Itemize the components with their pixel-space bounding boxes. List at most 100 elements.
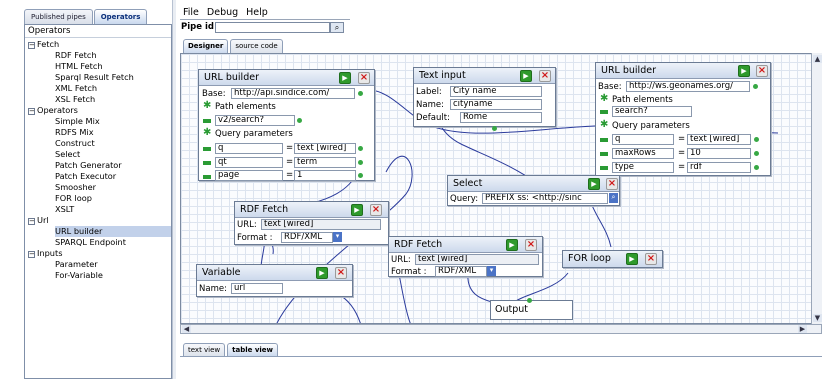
close-icon[interactable]: ×	[756, 65, 768, 77]
tree-item[interactable]: FOR loop	[55, 193, 171, 204]
query-input[interactable]: PREFIX ss: <http://sinc	[482, 193, 608, 204]
tab-table-view[interactable]: table view	[227, 343, 279, 356]
module-variable[interactable]: Variable ▶ × Name: url	[196, 264, 353, 297]
tree-item[interactable]: Construct	[55, 138, 171, 149]
tree-item[interactable]: XSLT	[55, 204, 171, 215]
name-input[interactable]: url	[231, 283, 283, 294]
run-icon[interactable]: ▶	[588, 178, 600, 190]
param-value-input[interactable]: text [wired]	[687, 134, 751, 145]
edit-query-icon[interactable]: ⌕	[609, 193, 618, 203]
terminal-dot[interactable]	[754, 151, 759, 156]
base-input[interactable]: http://api.sindice.com/	[231, 88, 355, 99]
close-icon[interactable]: ×	[525, 239, 537, 251]
format-select[interactable]: RDF/XML	[435, 266, 487, 277]
tab-source-code[interactable]: source code	[230, 39, 283, 53]
terminal-dot[interactable]	[297, 118, 302, 123]
module-header[interactable]: Text input ▶ ×	[414, 68, 555, 84]
collapse-icon[interactable]: −	[28, 42, 35, 49]
tree-item[interactable]: Select	[55, 149, 171, 160]
scroll-right-icon[interactable]: ▶	[798, 325, 807, 333]
module-header[interactable]: FOR loop ▶ ×	[563, 251, 662, 267]
tree-item[interactable]: RDFS Mix	[55, 127, 171, 138]
tree-item[interactable]: Smoosher	[55, 182, 171, 193]
tree-item[interactable]: Sparql Result Fetch	[55, 72, 171, 83]
collapse-icon[interactable]: −	[28, 251, 35, 258]
module-url-builder-sindice[interactable]: URL builder ▶ × Base: http://api.sindice…	[198, 69, 375, 181]
tree-group[interactable]: − Url	[28, 215, 49, 226]
tab-designer[interactable]: Designer	[183, 39, 229, 53]
remove-param-icon[interactable]	[203, 161, 211, 165]
path-input[interactable]: v2/search?	[215, 115, 295, 126]
tree-item[interactable]: RDF Fetch	[55, 50, 171, 61]
base-input[interactable]: http://ws.geonames.org/	[626, 81, 750, 92]
pipe-id-search-button[interactable]: ⌕	[330, 22, 344, 33]
collapse-icon[interactable]: −	[28, 218, 35, 225]
close-icon[interactable]: ×	[539, 70, 551, 82]
module-url-builder-geonames[interactable]: URL builder ▶ × Base: http://ws.geonames…	[595, 62, 771, 176]
run-icon[interactable]: ▶	[316, 267, 328, 279]
param-value-input[interactable]: 10	[687, 148, 751, 159]
tree-item[interactable]: HTML Fetch	[55, 61, 171, 72]
url-input[interactable]: text [wired]	[261, 219, 381, 230]
module-rdf-fetch-2[interactable]: RDF Fetch ▶ × URL: text [wired] Format :…	[388, 236, 543, 277]
add-path-icon[interactable]: ✱	[600, 94, 608, 104]
module-header[interactable]: URL builder ▶ ×	[199, 70, 374, 86]
menu-file[interactable]: File	[183, 7, 199, 19]
close-icon[interactable]: ×	[370, 204, 382, 216]
chevron-down-icon[interactable]: ▾	[487, 266, 496, 276]
tree-item[interactable]: URL builder	[55, 226, 171, 237]
tree-item[interactable]: For-Variable	[55, 270, 171, 281]
tree-item[interactable]: Patch Generator	[55, 160, 171, 171]
module-select[interactable]: Select ▶ × Query: PREFIX ss: <http://sin…	[447, 175, 620, 206]
run-icon[interactable]: ▶	[351, 204, 363, 216]
chevron-down-icon[interactable]: ▾	[333, 232, 342, 242]
param-value-input[interactable]: term	[294, 157, 356, 168]
param-value-input[interactable]: text [wired]	[294, 143, 356, 154]
terminal-dot[interactable]	[358, 160, 363, 165]
param-key-input[interactable]: type	[612, 162, 674, 173]
run-icon[interactable]: ▶	[520, 70, 532, 82]
run-icon[interactable]: ▶	[506, 239, 518, 251]
menu-debug[interactable]: Debug	[207, 7, 238, 19]
tree-item[interactable]: Simple Mix	[55, 116, 171, 127]
param-value-input[interactable]: 1	[294, 170, 356, 181]
param-key-input[interactable]: maxRows	[612, 148, 674, 159]
remove-param-icon[interactable]	[600, 152, 608, 156]
param-key-input[interactable]: page	[215, 170, 283, 181]
tree-item[interactable]: Parameter	[55, 259, 171, 270]
module-header[interactable]: Select ▶ ×	[448, 176, 619, 192]
param-key-input[interactable]: q	[215, 143, 283, 154]
scroll-down-icon[interactable]: ▼	[813, 314, 822, 322]
horizontal-scrollbar[interactable]: ◀ ▶	[180, 324, 822, 334]
add-param-icon[interactable]: ✱	[203, 128, 211, 138]
module-output[interactable]: Output	[490, 298, 573, 320]
vertical-scrollbar[interactable]: ▲ ▼	[811, 53, 822, 324]
run-icon[interactable]: ▶	[626, 253, 638, 265]
close-icon[interactable]: ×	[358, 72, 370, 84]
module-rdf-fetch-1[interactable]: RDF Fetch ▶ × URL: text [wired] Format :…	[234, 201, 389, 245]
param-key-input[interactable]: q	[612, 134, 674, 145]
scroll-up-icon[interactable]: ▲	[813, 55, 822, 63]
tree-item[interactable]: XSL Fetch	[55, 94, 171, 105]
tab-published-pipes[interactable]: Published pipes	[24, 9, 93, 24]
path-input[interactable]: search?	[612, 106, 692, 117]
remove-param-icon[interactable]	[600, 166, 608, 170]
terminal-dot[interactable]	[492, 126, 497, 131]
add-param-icon[interactable]: ✱	[600, 120, 608, 130]
pipe-id-input[interactable]	[215, 22, 330, 33]
tree-group[interactable]: − Inputs	[28, 248, 62, 259]
terminal-dot[interactable]	[358, 146, 363, 151]
tree-group[interactable]: − Fetch	[28, 39, 59, 50]
close-icon[interactable]: ×	[606, 178, 618, 190]
tree-item[interactable]: Patch Executor	[55, 171, 171, 182]
scroll-left-icon[interactable]: ◀	[182, 325, 191, 333]
module-header[interactable]: RDF Fetch ▶ ×	[389, 237, 542, 253]
remove-path-icon[interactable]	[203, 119, 211, 123]
terminal-dot[interactable]	[358, 91, 363, 96]
add-path-icon[interactable]: ✱	[203, 101, 211, 111]
panel-splitter[interactable]	[172, 0, 176, 379]
tree-group[interactable]: − Operators	[28, 105, 78, 116]
param-value-input[interactable]: rdf	[687, 162, 751, 173]
remove-param-icon[interactable]	[203, 175, 211, 179]
menu-help[interactable]: Help	[246, 7, 268, 19]
